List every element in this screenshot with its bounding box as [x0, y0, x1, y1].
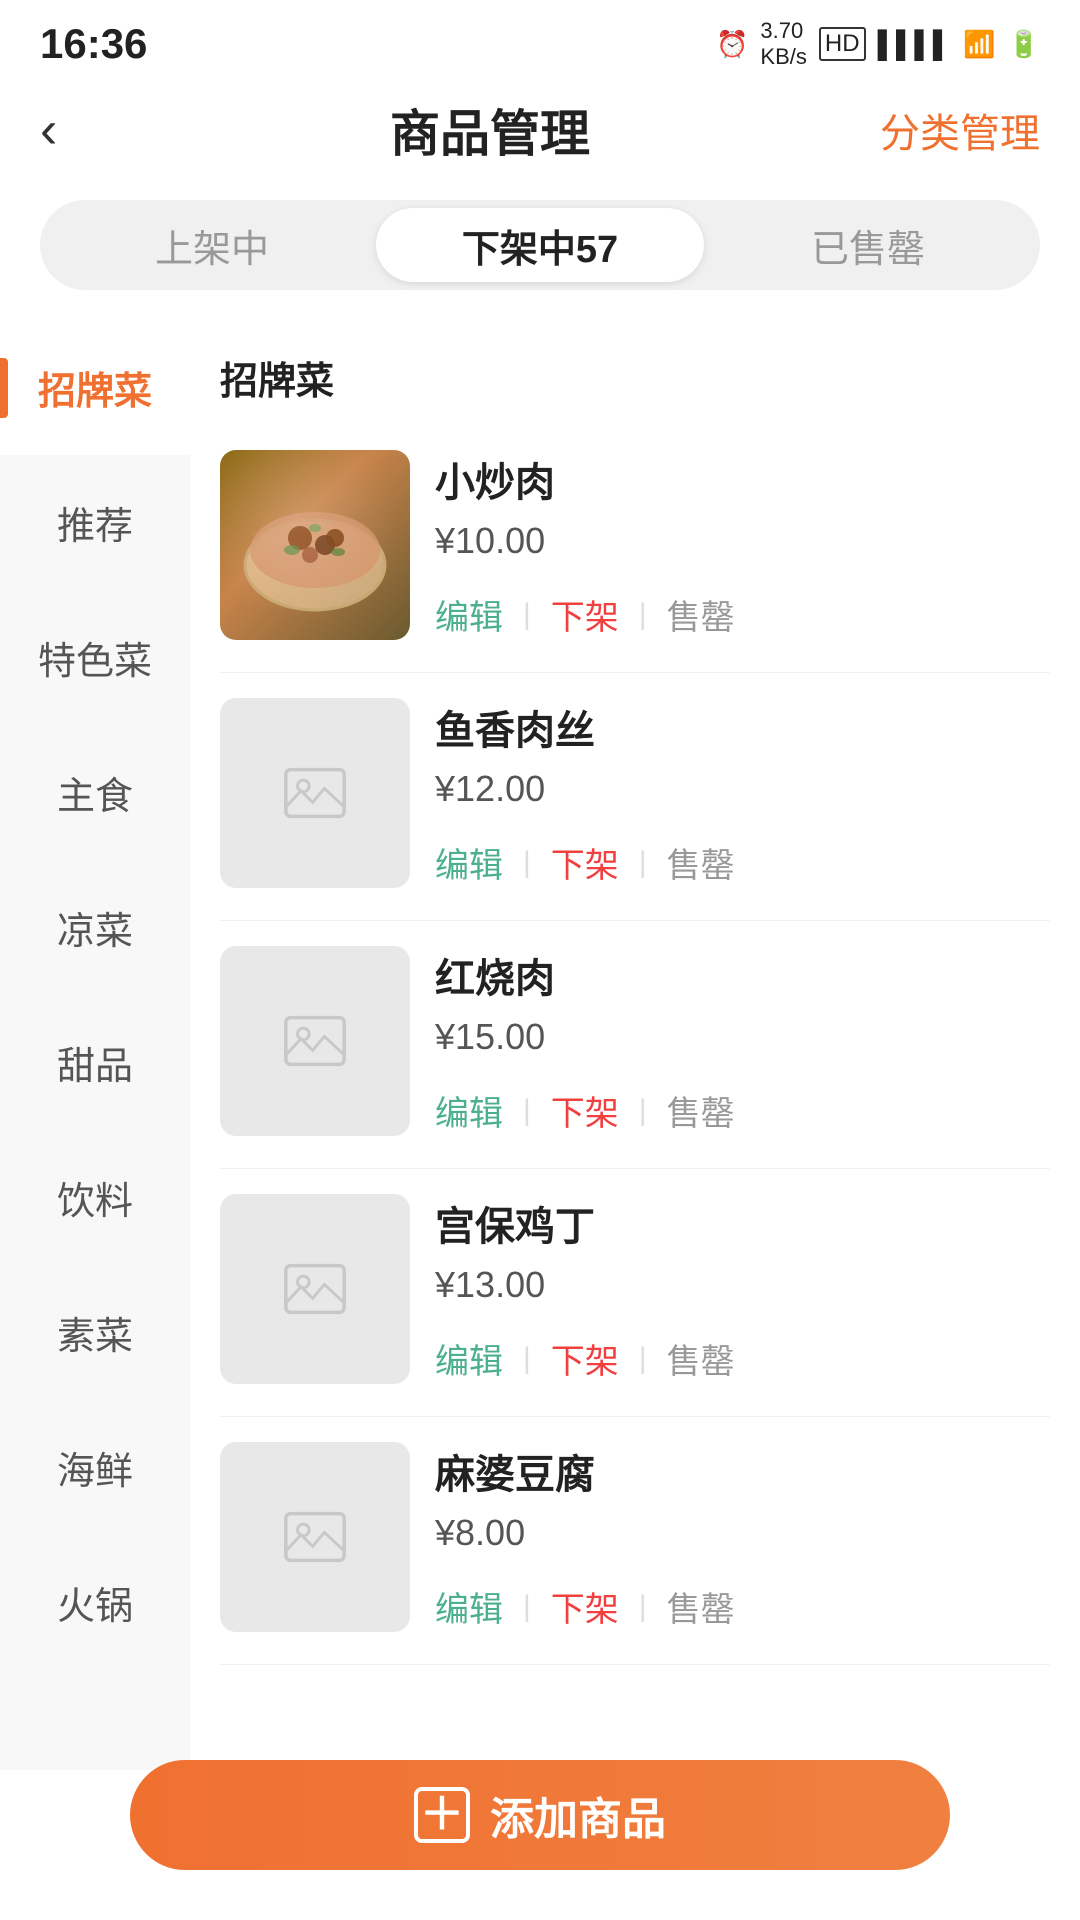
product-price-4: ¥13.00	[435, 1264, 1050, 1306]
offline-button-4[interactable]: 下架	[551, 1326, 619, 1391]
product-name-2: 鱼香肉丝	[435, 698, 1050, 756]
offline-button-5[interactable]: 下架	[551, 1574, 619, 1639]
sidebar-item-special[interactable]: 特色菜	[0, 590, 190, 725]
status-time: 16:36	[40, 20, 147, 68]
product-name-5: 麻婆豆腐	[435, 1442, 1050, 1500]
product-image-2	[220, 698, 410, 888]
signal-icon: ▌▌▌▌	[878, 29, 952, 60]
image-placeholder-icon	[280, 1006, 350, 1076]
hd-icon: HD	[819, 27, 866, 61]
product-info-4: 宫保鸡丁 ¥13.00 编辑 | 下架 | 售罄	[435, 1194, 1050, 1391]
product-actions-2: 编辑 | 下架 | 售罄	[435, 830, 1050, 895]
sidebar-item-veg[interactable]: 素菜	[0, 1265, 190, 1400]
product-name-4: 宫保鸡丁	[435, 1194, 1050, 1252]
edit-button-3[interactable]: 编辑	[435, 1078, 503, 1143]
product-info-3: 红烧肉 ¥15.00 编辑 | 下架 | 售罄	[435, 946, 1050, 1143]
product-price-1: ¥10.00	[435, 520, 1050, 562]
tab-on-shelf[interactable]: 上架中	[48, 208, 376, 282]
category-manage-button[interactable]: 分类管理	[880, 101, 1040, 159]
image-placeholder-icon	[280, 758, 350, 828]
soldout-button-5[interactable]: 售罄	[667, 1574, 735, 1639]
edit-button-5[interactable]: 编辑	[435, 1574, 503, 1639]
sidebar-item-dessert[interactable]: 甜品	[0, 995, 190, 1130]
product-info-1: 小炒肉 ¥10.00 编辑 | 下架 | 售罄	[435, 450, 1050, 647]
offline-button-1[interactable]: 下架	[551, 582, 619, 647]
offline-button-2[interactable]: 下架	[551, 830, 619, 895]
table-row: 鱼香肉丝 ¥12.00 编辑 | 下架 | 售罄	[220, 673, 1050, 921]
product-list: 招牌菜 小炒肉 ¥10.00	[190, 320, 1080, 1770]
sidebar-item-recommend[interactable]: 推荐	[0, 455, 190, 590]
product-actions-1: 编辑 | 下架 | 售罄	[435, 582, 1050, 647]
edit-button-2[interactable]: 编辑	[435, 830, 503, 895]
back-button[interactable]: ‹	[40, 100, 100, 160]
soldout-button-4[interactable]: 售罄	[667, 1326, 735, 1391]
table-row: 宫保鸡丁 ¥13.00 编辑 | 下架 | 售罄	[220, 1169, 1050, 1417]
soldout-button-2[interactable]: 售罄	[667, 830, 735, 895]
product-image-3	[220, 946, 410, 1136]
page-title: 商品管理	[100, 94, 880, 166]
product-image-1	[220, 450, 410, 640]
header: ‹ 商品管理 分类管理	[0, 80, 1080, 180]
tab-sold-out[interactable]: 已售罄	[704, 208, 1032, 282]
sidebar-item-cold[interactable]: 凉菜	[0, 860, 190, 995]
tabs-container: 上架中 下架中57 已售罄	[40, 200, 1040, 290]
status-bar: 16:36 ⏰ 3.70KB/s HD ▌▌▌▌ 📶 🔋	[0, 0, 1080, 80]
soldout-button-1[interactable]: 售罄	[667, 582, 735, 647]
edit-button-4[interactable]: 编辑	[435, 1326, 503, 1391]
sidebar-item-signature[interactable]: 招牌菜	[0, 320, 190, 455]
product-actions-5: 编辑 | 下架 | 售罄	[435, 1574, 1050, 1639]
product-price-2: ¥12.00	[435, 768, 1050, 810]
offline-button-3[interactable]: 下架	[551, 1078, 619, 1143]
clock-icon: ⏰	[716, 29, 748, 60]
product-image-5	[220, 1442, 410, 1632]
category-title: 招牌菜	[220, 320, 1050, 425]
table-row: 小炒肉 ¥10.00 编辑 | 下架 | 售罄	[220, 425, 1050, 673]
tab-off-shelf[interactable]: 下架中57	[376, 208, 704, 282]
product-actions-4: 编辑 | 下架 | 售罄	[435, 1326, 1050, 1391]
edit-button-1[interactable]: 编辑	[435, 582, 503, 647]
product-info-2: 鱼香肉丝 ¥12.00 编辑 | 下架 | 售罄	[435, 698, 1050, 895]
product-actions-3: 编辑 | 下架 | 售罄	[435, 1078, 1050, 1143]
image-placeholder-icon	[280, 1254, 350, 1324]
product-price-3: ¥15.00	[435, 1016, 1050, 1058]
product-name-3: 红烧肉	[435, 946, 1050, 1004]
soldout-button-3[interactable]: 售罄	[667, 1078, 735, 1143]
add-product-button[interactable]: ＋ 添加商品	[130, 1760, 950, 1870]
product-name-1: 小炒肉	[435, 450, 1050, 508]
sidebar: 招牌菜 推荐 特色菜 主食 凉菜 甜品 饮料 素菜 海鲜 火锅	[0, 320, 190, 1770]
sidebar-item-staple[interactable]: 主食	[0, 725, 190, 860]
status-icons: ⏰ 3.70KB/s HD ▌▌▌▌ 📶 🔋	[716, 18, 1040, 70]
add-button-container: ＋ 添加商品	[130, 1760, 950, 1870]
main-layout: 招牌菜 推荐 特色菜 主食 凉菜 甜品 饮料 素菜 海鲜 火锅 招牌菜	[0, 320, 1080, 1770]
divider-2: |	[639, 598, 647, 632]
table-row: 麻婆豆腐 ¥8.00 编辑 | 下架 | 售罄	[220, 1417, 1050, 1665]
wifi-icon: 📶	[963, 29, 995, 60]
divider-1: |	[523, 598, 531, 632]
sidebar-item-drink[interactable]: 饮料	[0, 1130, 190, 1265]
sidebar-item-hotpot[interactable]: 火锅	[0, 1535, 190, 1670]
product-info-5: 麻婆豆腐 ¥8.00 编辑 | 下架 | 售罄	[435, 1442, 1050, 1639]
plus-icon: ＋	[414, 1787, 470, 1843]
product-image-4	[220, 1194, 410, 1384]
product-price-5: ¥8.00	[435, 1512, 1050, 1554]
network-speed: 3.70KB/s	[760, 18, 806, 70]
battery-icon: 🔋	[1008, 29, 1040, 60]
table-row: 红烧肉 ¥15.00 编辑 | 下架 | 售罄	[220, 921, 1050, 1169]
add-button-label: 添加商品	[490, 1783, 666, 1847]
image-placeholder-icon	[280, 1502, 350, 1572]
sidebar-item-seafood[interactable]: 海鲜	[0, 1400, 190, 1535]
